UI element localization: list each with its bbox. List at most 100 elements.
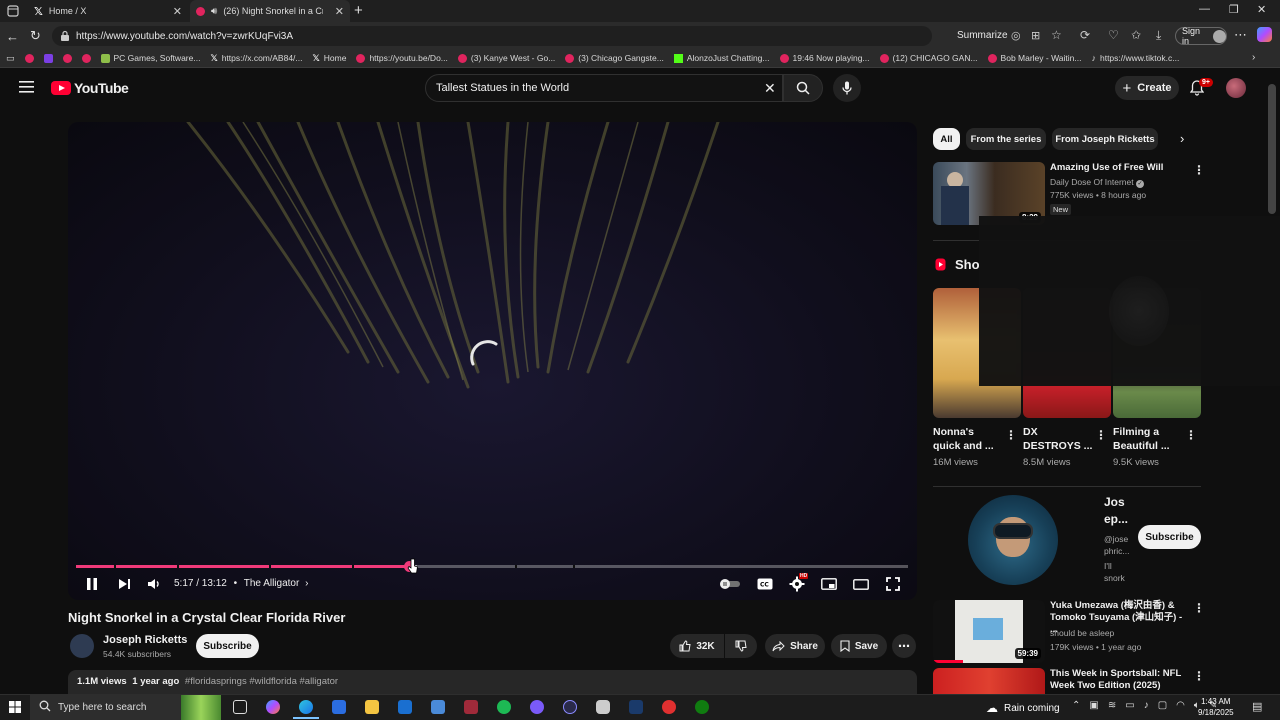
channel-avatar[interactable] bbox=[70, 634, 94, 658]
search-input[interactable]: Tallest Statues in the World ✕ bbox=[425, 74, 783, 102]
short-title[interactable]: DX DESTROYS ... bbox=[1023, 425, 1092, 453]
recommendation-title[interactable]: This Week in Sportsball: NFL Week Two Ed… bbox=[1050, 668, 1185, 692]
share-button[interactable]: Share bbox=[765, 634, 825, 658]
speaker-icon[interactable]: 🔊︎ bbox=[211, 6, 217, 17]
copilot-icon[interactable] bbox=[1257, 27, 1272, 42]
chip-all[interactable]: All bbox=[933, 128, 960, 150]
recommendation-menu-icon[interactable]: ⋮ bbox=[1193, 163, 1205, 177]
tab-youtube-video[interactable]: 🔊︎ (26) Night Snorkel in a Cryst... ✕ bbox=[190, 0, 350, 22]
bookmark-item[interactable]: ♪ https://www.tiktok.c... bbox=[1091, 53, 1179, 63]
volume-button[interactable] bbox=[144, 572, 164, 596]
apps-icon[interactable]: ⊞ bbox=[1031, 29, 1040, 42]
captions-button[interactable]: CC bbox=[755, 572, 775, 596]
chapter-chevron-icon[interactable]: › bbox=[305, 578, 308, 589]
file-explorer-icon[interactable] bbox=[365, 700, 379, 714]
create-button[interactable]: + Create bbox=[1115, 76, 1179, 100]
chip-from-channel[interactable]: From Joseph Ricketts bbox=[1052, 128, 1158, 150]
bookmark-item[interactable]: 19:46 Now playing... bbox=[779, 53, 870, 63]
channel-name[interactable]: Joseph Ricketts bbox=[103, 634, 187, 646]
tab-actions-icon[interactable] bbox=[7, 5, 19, 17]
maximize-button[interactable]: ❐ bbox=[1229, 3, 1239, 16]
channel-card-avatar[interactable] bbox=[968, 495, 1058, 585]
bookmark-folder-icon[interactable]: ▭ bbox=[6, 53, 15, 64]
media-app-icon[interactable] bbox=[563, 700, 577, 714]
browser-essentials-icon[interactable]: ♡ bbox=[1108, 28, 1119, 42]
autoplay-toggle[interactable] bbox=[718, 572, 742, 596]
next-button[interactable] bbox=[114, 572, 134, 596]
youtube-bookmark-icon[interactable] bbox=[81, 53, 91, 63]
video-player[interactable] bbox=[68, 122, 917, 600]
game-app-icon[interactable] bbox=[662, 700, 676, 714]
xbox-icon[interactable] bbox=[695, 700, 709, 714]
close-tab-icon[interactable]: ✕ bbox=[173, 5, 182, 18]
clear-search-icon[interactable]: ✕ bbox=[764, 80, 776, 97]
chip-from-series[interactable]: From the series bbox=[966, 128, 1046, 150]
bookmark-item[interactable]: 𝕏https://x.com/AB84/... bbox=[210, 53, 302, 64]
recommendation-channel[interactable]: Daily Dose Of Internet ✓ bbox=[1050, 176, 1144, 189]
twitch-bookmark-icon[interactable] bbox=[43, 53, 53, 63]
shield-app-icon[interactable] bbox=[596, 700, 610, 714]
recommendation-thumbnail[interactable] bbox=[933, 668, 1045, 694]
photos-icon[interactable] bbox=[431, 700, 445, 714]
bookmark-item[interactable]: Bob Marley - Waitin... bbox=[987, 53, 1081, 63]
settings-button[interactable]: HD bbox=[787, 572, 809, 596]
page-scrollbar-thumb[interactable] bbox=[1268, 84, 1276, 214]
dislike-button[interactable] bbox=[725, 634, 757, 658]
miniplayer-button[interactable] bbox=[819, 572, 839, 596]
bookmark-item[interactable]: (3) Kanye West - Go... bbox=[457, 53, 555, 63]
weather-widget[interactable]: ☁ Rain coming bbox=[986, 701, 1060, 715]
fullscreen-button[interactable] bbox=[883, 572, 903, 596]
windows-start-icon[interactable] bbox=[9, 701, 21, 713]
like-button[interactable]: 32K bbox=[670, 634, 724, 658]
voice-search-button[interactable] bbox=[833, 74, 861, 102]
progress-bar[interactable] bbox=[76, 561, 908, 572]
account-avatar[interactable] bbox=[1226, 78, 1246, 98]
favorite-star-icon[interactable]: ☆ bbox=[1051, 28, 1062, 42]
search-button[interactable] bbox=[783, 74, 823, 102]
close-window-button[interactable]: ✕ bbox=[1257, 3, 1266, 16]
youtube-bookmark-icon[interactable] bbox=[24, 53, 34, 63]
recommendation-title[interactable]: Amazing Use of Free Will bbox=[1050, 162, 1185, 174]
edge-icon[interactable] bbox=[299, 700, 313, 714]
discord-icon[interactable] bbox=[530, 700, 544, 714]
close-tab-icon[interactable]: ✕ bbox=[335, 5, 344, 18]
copilot-page-icon[interactable]: ◎ bbox=[1011, 29, 1021, 42]
short-menu-icon[interactable]: ⋮ bbox=[1185, 428, 1197, 442]
short-title[interactable]: Nonna's quick and ... bbox=[933, 425, 994, 453]
app-icon[interactable] bbox=[464, 700, 478, 714]
recommendation-channel[interactable]: should be asleep bbox=[1050, 627, 1114, 640]
chapter-title[interactable]: The Alligator bbox=[244, 578, 300, 589]
bookmark-item[interactable]: AlonzoJust Chatting... bbox=[673, 53, 770, 63]
subscribe-button[interactable]: Subscribe bbox=[196, 634, 259, 658]
taskbar-clock[interactable]: 1:43 AM 9/18/2025 bbox=[1198, 696, 1234, 718]
theater-mode-button[interactable] bbox=[851, 572, 871, 596]
bookmark-item[interactable]: 𝕏 Home bbox=[313, 53, 347, 64]
hashtags[interactable]: #floridasprings #wildflorida #alligator bbox=[185, 676, 338, 687]
youtube-logo[interactable]: YouTube bbox=[51, 80, 129, 96]
short-menu-icon[interactable]: ⋮ bbox=[1095, 428, 1107, 442]
more-actions-button[interactable]: ⋯ bbox=[892, 634, 916, 658]
bookmark-item[interactable]: PC Games, Software... bbox=[100, 53, 200, 63]
recommendation-thumbnail[interactable]: 59:39 bbox=[933, 600, 1045, 663]
bookmark-item[interactable]: (12) CHICAGO GAN... bbox=[879, 53, 978, 63]
bookmarks-overflow-icon[interactable]: › bbox=[1252, 52, 1255, 63]
spotify-icon[interactable] bbox=[497, 700, 511, 714]
favorites-icon[interactable]: ✩ bbox=[1131, 28, 1141, 42]
youtube-bookmark-icon[interactable] bbox=[62, 53, 72, 63]
back-icon[interactable]: ← bbox=[6, 29, 19, 44]
steam-icon[interactable] bbox=[629, 700, 643, 714]
hamburger-menu-icon[interactable] bbox=[19, 81, 34, 93]
save-button[interactable]: Save bbox=[831, 634, 887, 658]
tab-home-x[interactable]: 𝕏 Home / X ✕ bbox=[28, 0, 188, 22]
store-icon[interactable] bbox=[332, 700, 346, 714]
notification-center-icon[interactable]: ▤ bbox=[1252, 700, 1262, 713]
bookmark-item[interactable]: https://youtu.be/Do... bbox=[356, 53, 448, 63]
recommendation-menu-icon[interactable]: ⋮ bbox=[1193, 601, 1205, 615]
minimize-button[interactable]: — bbox=[1199, 3, 1210, 15]
channel-card-name[interactable]: Jos ep... bbox=[1104, 494, 1128, 528]
signin-button[interactable]: Sign in bbox=[1175, 26, 1227, 46]
url-field[interactable]: https://www.youtube.com/watch?v=zwrKUqFv… bbox=[52, 26, 932, 46]
more-menu-icon[interactable]: ⋯ bbox=[1234, 27, 1247, 43]
copilot-taskbar-icon[interactable] bbox=[266, 700, 280, 714]
channel-card-subscribe-button[interactable]: Subscribe bbox=[1138, 525, 1201, 549]
